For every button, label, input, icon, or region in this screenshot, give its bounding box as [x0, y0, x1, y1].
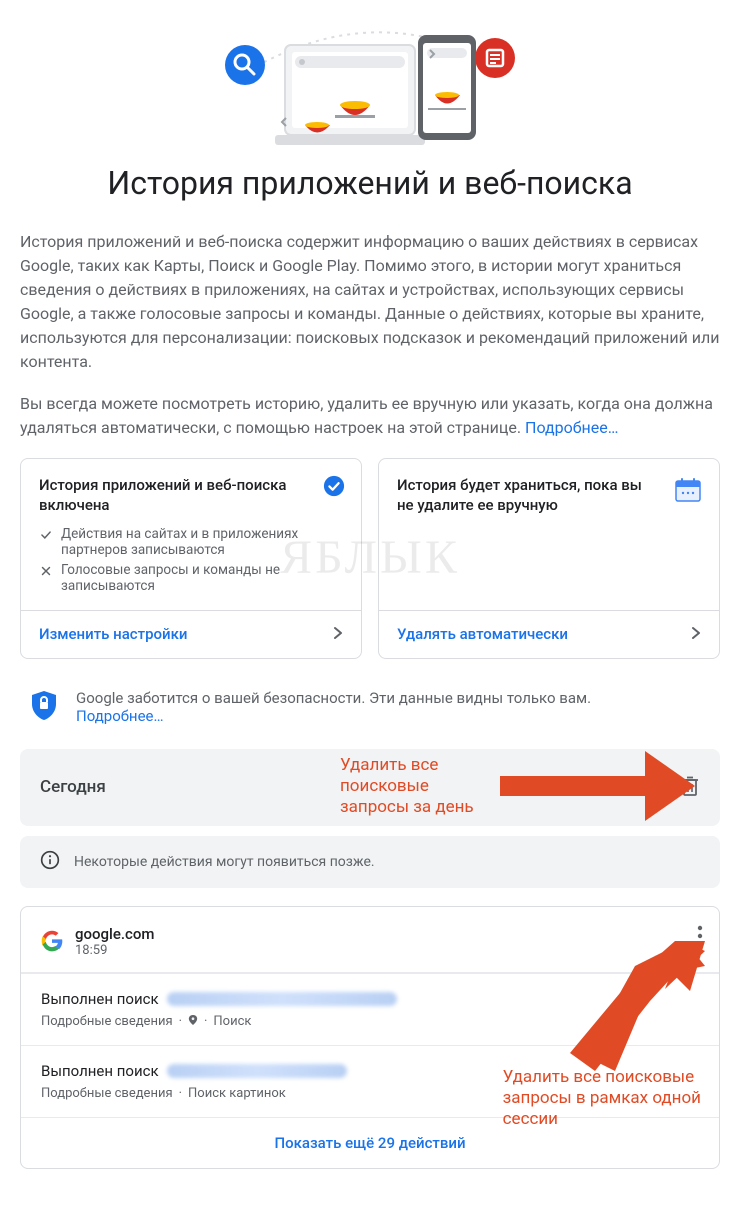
hero-svg — [200, 10, 540, 150]
redacted-query — [167, 992, 397, 1006]
check-circle-icon — [323, 475, 345, 501]
card-sub-1-text: Действия на сайтах и в приложениях партн… — [61, 526, 343, 558]
auto-delete-label: Удалять автоматически — [397, 625, 568, 643]
change-settings-button[interactable]: Изменить настройки — [21, 610, 361, 658]
page-description-1: История приложений и веб-поиска содержит… — [20, 230, 720, 374]
card-sub-2-text: Голосовые запросы и команды не записываю… — [61, 562, 343, 594]
card-activity-enabled: История приложений и веб-поиска включена… — [20, 458, 362, 659]
activity-card: google.com 18:59 Выполнен поиск Подробны… — [20, 906, 720, 1169]
activity-row-prefix: Выполнен поиск — [41, 990, 159, 1008]
dot-separator: · — [179, 1014, 182, 1029]
annotation-delete-day: Удалить все поисковые запросы за день — [340, 755, 474, 819]
google-logo-icon — [41, 930, 63, 952]
card-retention: История будет храниться, пока вы не удал… — [378, 458, 720, 659]
check-icon — [39, 528, 53, 542]
activity-row-prefix: Выполнен поиск — [41, 1062, 159, 1080]
change-settings-label: Изменить настройки — [39, 625, 187, 643]
card-sub-item-2: Голосовые запросы и команды не записываю… — [39, 562, 343, 594]
security-notice: Google заботится о вашей безопасности. Э… — [20, 683, 720, 749]
dot-separator: · — [204, 1014, 207, 1029]
activity-row-source: Поиск — [213, 1014, 251, 1029]
activity-row: Выполнен поиск Подробные сведения · Поис… — [21, 1045, 719, 1117]
x-icon — [39, 564, 53, 578]
card-retention-title: История будет храниться, пока вы не удал… — [397, 475, 701, 516]
info-bar: Некоторые действия могут появиться позже… — [20, 836, 720, 888]
page-title: История приложений и веб-поиска — [20, 164, 720, 202]
activity-more-button[interactable] — [697, 925, 703, 950]
chevron-right-icon — [691, 625, 701, 644]
arrow-icon — [500, 751, 695, 821]
activity-site: google.com — [75, 925, 154, 943]
delete-day-button[interactable] — [680, 775, 700, 800]
settings-cards: История приложений и веб-поиска включена… — [20, 458, 720, 659]
learn-more-link[interactable]: Подробнее… — [525, 418, 618, 437]
activity-row-details[interactable]: Подробные сведения — [41, 1014, 173, 1029]
security-text: Google заботится о вашей безопасности. Э… — [76, 689, 591, 707]
hero-illustration — [20, 0, 720, 156]
show-more-button[interactable]: Показать ещё 29 действий — [21, 1117, 719, 1168]
info-bar-text: Некоторые действия могут появиться позже… — [74, 854, 375, 870]
dot-separator: · — [179, 1086, 182, 1101]
chevron-right-icon — [333, 625, 343, 644]
auto-delete-button[interactable]: Удалять автоматически — [379, 610, 719, 658]
activity-row-source: Поиск картинок — [188, 1086, 286, 1101]
calendar-icon — [673, 475, 703, 509]
today-label: Сегодня — [40, 777, 106, 797]
security-learn-more-link[interactable]: Подробнее… — [76, 707, 164, 725]
activity-row-details[interactable]: Подробные сведения — [41, 1086, 173, 1101]
redacted-query — [167, 1064, 347, 1078]
card-sub-item-1: Действия на сайтах и в приложениях партн… — [39, 526, 343, 558]
today-header: Сегодня Удалить все поисковые запросы за… — [20, 749, 720, 826]
location-pin-icon — [188, 1014, 198, 1029]
more-vertical-icon — [697, 925, 703, 947]
trash-icon — [680, 775, 700, 797]
card-activity-title: История приложений и веб-поиска включена — [39, 475, 343, 516]
activity-time: 18:59 — [75, 943, 154, 958]
info-icon — [40, 850, 60, 874]
page-description-2: Вы всегда можете посмотреть историю, уда… — [20, 392, 720, 440]
activity-row: Выполнен поиск Подробные сведения · · По… — [21, 973, 719, 1045]
activity-header: google.com 18:59 — [21, 907, 719, 962]
shield-icon — [30, 689, 58, 725]
